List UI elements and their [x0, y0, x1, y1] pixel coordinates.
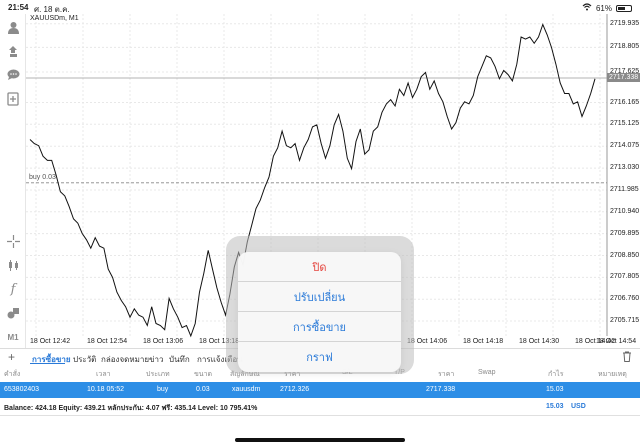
cell-type: buy: [157, 386, 169, 393]
timeframe-icon[interactable]: M1: [4, 328, 22, 346]
add-document-icon[interactable]: [4, 90, 22, 108]
header-time: เวลา: [96, 371, 111, 378]
cell-time: 10.18 05:52: [87, 386, 124, 393]
close-position-button[interactable]: ปิด: [238, 252, 401, 282]
current-price-tag: 2717.338: [607, 73, 640, 82]
x-tick-label: 18 Oct 12:54: [87, 338, 128, 345]
balance-text: Balance: 424.18 Equity: 439.21 หลักประกั…: [4, 405, 258, 412]
header-swap: Swap: [478, 369, 496, 376]
table-row[interactable]: 653802403 10.18 05:52 buy 0.03 xauusdm 2…: [0, 382, 640, 398]
transfer-icon[interactable]: [4, 42, 22, 60]
plus-icon[interactable]: +: [8, 350, 15, 364]
battery-percent: 61%: [595, 3, 612, 13]
y-tick-label: 2707.805: [610, 273, 640, 281]
shapes-icon[interactable]: [4, 304, 22, 322]
crosshair-icon[interactable]: [4, 232, 22, 250]
home-indicator[interactable]: [235, 438, 405, 442]
x-tick-label: 18 Oct 12:42: [30, 338, 71, 345]
battery-icon: [616, 4, 632, 12]
trade-button[interactable]: การซื้อขาย: [238, 312, 401, 342]
cell-symbol: xauusdm: [232, 386, 261, 393]
user-icon[interactable]: [4, 18, 22, 36]
chart-symbol-label: XAUUSDm, M1: [30, 15, 79, 22]
function-icon[interactable]: f: [4, 280, 22, 298]
account-summary: Balance: 424.18 Equity: 439.21 หลักประกั…: [0, 398, 640, 416]
y-tick-label: 2706.760: [610, 295, 640, 303]
header-note: หมายเหตุ: [598, 371, 627, 378]
y-tick-label: 2705.715: [610, 317, 640, 325]
profit-currency: USD: [571, 403, 586, 410]
cell-size: 0.03: [196, 386, 210, 393]
y-tick-label: 2709.895: [610, 229, 640, 237]
y-tick-label: 2715.125: [610, 120, 640, 128]
total-profit: 15.03: [546, 403, 564, 410]
y-tick-label: 2714.075: [610, 142, 640, 150]
y-tick-label: 2716.165: [610, 98, 640, 106]
status-time: 21:54: [8, 3, 29, 12]
header-type: ประเภท: [146, 371, 170, 378]
modify-position-button[interactable]: ปรับเปลี่ยน: [238, 282, 401, 312]
chat-icon[interactable]: [4, 66, 22, 84]
header-current-price: ราคา: [438, 371, 455, 378]
y-tick-label: 2713.030: [610, 164, 640, 172]
cell-order: 653802403: [4, 386, 40, 393]
header-order: คำสั่ง: [4, 371, 21, 378]
y-tick-label: 2710.940: [610, 207, 640, 215]
y-tick-label: 2718.805: [610, 43, 640, 51]
x-tick-label: 18 Oct 14:18: [463, 338, 504, 345]
chart-button[interactable]: กราฟ: [238, 342, 401, 372]
cell-current-price: 2717.338: [426, 386, 456, 393]
wifi-icon: [582, 3, 592, 13]
status-bar: 21:54 ศ. 18 ต.ค. 61%: [0, 0, 640, 14]
position-action-menu: ปิด ปรับเปลี่ยน การซื้อขาย กราฟ: [238, 252, 401, 372]
y-tick-label: 2708.850: [610, 251, 640, 259]
cell-price: 2712.326: [280, 386, 310, 393]
x-tick-label: 18 Oct 14:30: [519, 338, 560, 345]
left-toolbar: f M1: [0, 14, 26, 348]
y-tick-label: 2719.935: [610, 19, 640, 27]
status-right: 61%: [582, 3, 632, 13]
header-profit: กำไร: [548, 371, 564, 378]
buy-position-label: buy 0.03: [29, 174, 56, 181]
y-tick-label: 2711.985: [610, 185, 639, 193]
x-tick-label: 18 Oct 13:06: [143, 338, 184, 345]
candles-icon[interactable]: [4, 256, 22, 274]
trash-icon[interactable]: [622, 351, 632, 365]
header-size: ขนาด: [194, 371, 213, 378]
x-tick-label: 18 Oct 14:54: [596, 338, 637, 345]
cell-profit: 15.03: [546, 386, 564, 393]
